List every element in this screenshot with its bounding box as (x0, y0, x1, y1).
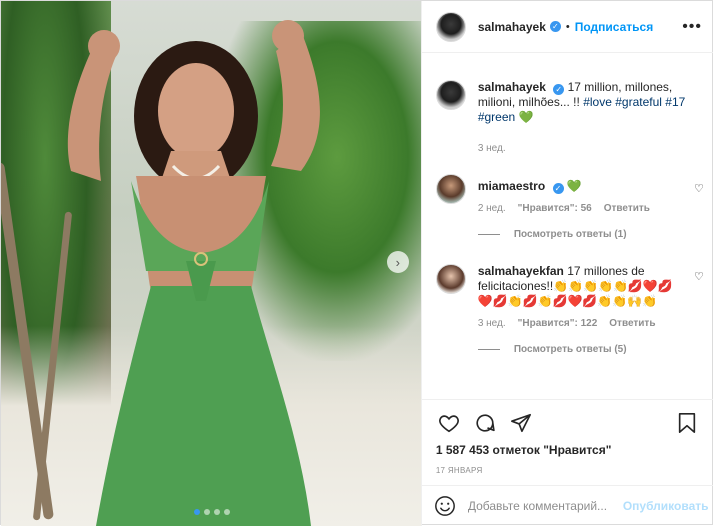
more-horizontal-icon[interactable]: ••• (682, 18, 702, 36)
hashtag-link[interactable]: #17 (665, 95, 685, 109)
avatar[interactable] (435, 80, 466, 110)
comment-input[interactable] (467, 499, 623, 513)
green-heart-emoji: 💚 (518, 110, 534, 124)
carousel-dot (194, 509, 200, 515)
post-header: salmahayek ✓ • Подписаться (421, 1, 713, 53)
carousel-dot (204, 509, 210, 515)
separator-dot: • (565, 20, 570, 33)
carousel-dot (214, 509, 220, 515)
comment-username[interactable]: miamaestro (478, 179, 545, 193)
add-comment-bar: Опубликовать (421, 485, 713, 526)
caption-time[interactable]: 3 нед. (478, 143, 506, 154)
reply-button[interactable]: Ответить (609, 318, 655, 329)
comment-like-heart-icon[interactable]: ♡ (694, 270, 704, 283)
view-replies-button[interactable]: Посмотреть ответы (5) (477, 344, 704, 355)
view-replies-label: Посмотреть ответы (5) (513, 344, 627, 355)
hashtag-link[interactable]: #grateful (615, 95, 662, 109)
woman-in-green-dress (67, 20, 320, 526)
caption-username[interactable]: salmahayek (478, 80, 546, 94)
author-username[interactable]: salmahayek (478, 20, 546, 34)
bookmark-icon[interactable] (674, 410, 700, 436)
smiley-icon[interactable] (434, 494, 456, 518)
reply-button[interactable]: Ответить (604, 203, 650, 214)
comment-like-heart-icon[interactable]: ♡ (694, 182, 704, 195)
comment-time[interactable]: 3 нед. (478, 318, 506, 329)
heart-icon[interactable] (436, 410, 462, 436)
post-side-panel: salmahayek ✓ • Подписаться salmahayek ✓ … (420, 1, 713, 526)
carousel-dots (194, 509, 230, 515)
comment-item: miamaestro ✓ 💚 ♡ 2 нед. "Нравится": 56 О… (435, 174, 704, 240)
comments-list[interactable]: salmahayek ✓ 17 million, millones, milio… (422, 54, 713, 398)
divider-line (477, 349, 500, 350)
verified-badge-icon: ✓ (553, 84, 565, 95)
comment-time[interactable]: 2 нед. (478, 203, 506, 214)
carousel-dot (224, 509, 230, 515)
post-photo[interactable]: › (1, 1, 421, 526)
publish-button[interactable]: Опубликовать (623, 499, 709, 513)
divider-line (477, 234, 500, 235)
comment-text: 💚 (566, 179, 582, 193)
post-actions: 1 587 453 отметок "Нравится" 17 ЯНВАРЯ (421, 399, 713, 475)
comment-likes[interactable]: "Нравится": 56 (518, 203, 592, 214)
comment-username[interactable]: salmahayekfan (478, 264, 564, 278)
avatar[interactable] (435, 11, 466, 42)
caption: salmahayek ✓ 17 million, millones, milio… (435, 80, 704, 154)
verified-badge-icon: ✓ (549, 21, 561, 32)
comment-likes[interactable]: "Нравится": 122 (518, 318, 598, 329)
view-replies-label: Посмотреть ответы (1) (513, 229, 627, 240)
send-icon[interactable] (508, 410, 534, 436)
avatar[interactable] (435, 264, 466, 294)
chevron-right-icon[interactable]: › (386, 251, 409, 273)
post-date[interactable]: 17 ЯНВАРЯ (436, 466, 700, 475)
view-replies-button[interactable]: Посмотреть ответы (1) (477, 229, 704, 240)
hashtag-link[interactable]: #love (583, 95, 612, 109)
instagram-post: › salmahayek ✓ • Подписаться salmahayek … (0, 0, 713, 526)
avatar[interactable] (435, 174, 466, 204)
follow-button[interactable]: Подписаться (575, 20, 653, 34)
comment-item: salmahayekfan 17 millones de felicitacio… (435, 264, 704, 355)
verified-badge-icon: ✓ (552, 183, 564, 194)
hashtag-link[interactable]: #green (478, 110, 515, 124)
comment-icon[interactable] (472, 410, 498, 436)
likes-count[interactable]: 1 587 453 отметок "Нравится" (436, 443, 700, 457)
